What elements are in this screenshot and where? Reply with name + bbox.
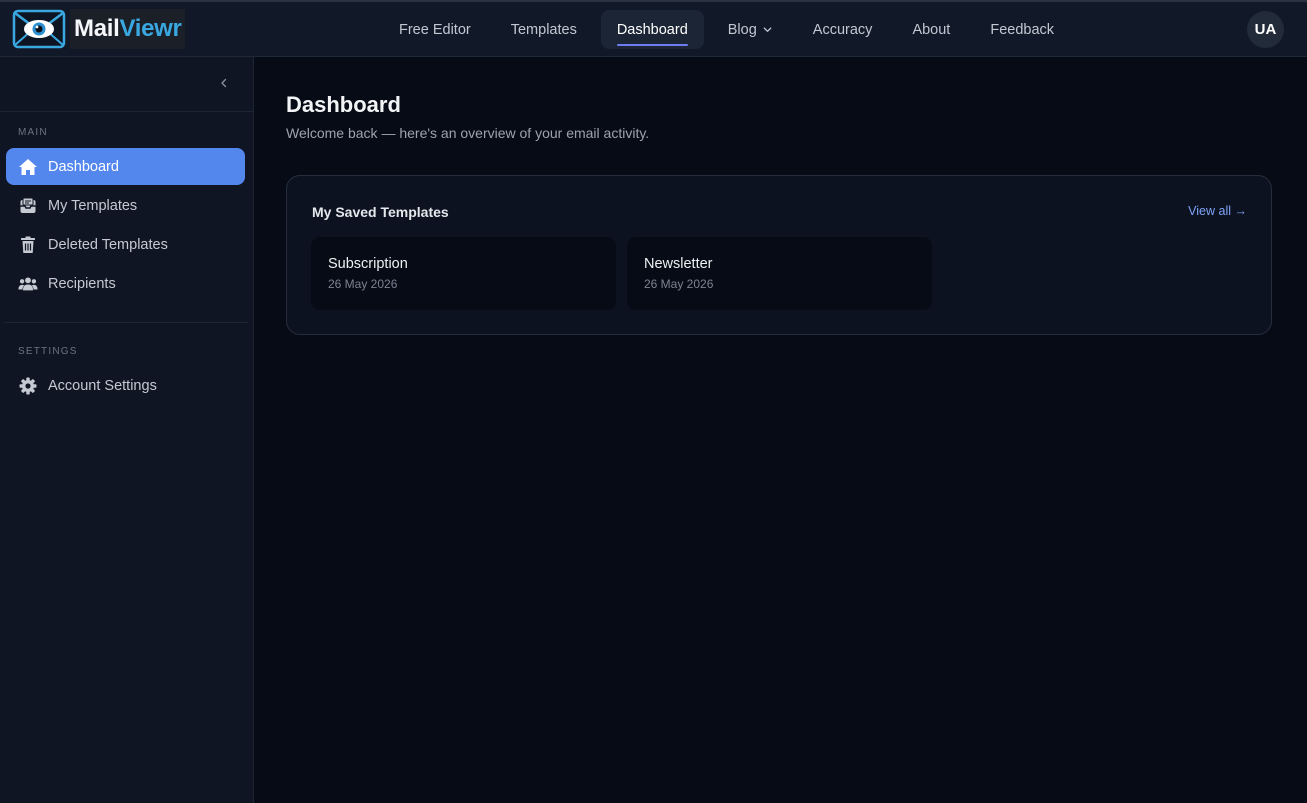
sidebar-item-label: Deleted Templates (48, 236, 168, 253)
brand-name: Mail Viewr (70, 9, 185, 49)
sidebar-item-label: My Templates (48, 197, 138, 214)
page-title: Dashboard (286, 92, 401, 117)
nav-blog-dropdown[interactable]: Blog (712, 10, 789, 49)
template-date: 26 May 2026 (644, 277, 714, 291)
app-root: Mail Viewr Free Editor Templates Dashboar… (0, 0, 1307, 803)
nav-accuracy-label: Accuracy (812, 21, 873, 38)
main-content: Dashboard Welcome back — here's an overv… (254, 57, 1307, 803)
user-avatar-button[interactable]: UA (1247, 11, 1284, 48)
sidebar-item-label: Dashboard (48, 158, 119, 175)
sidebar-item-my-templates[interactable]: My Templates (6, 187, 245, 224)
nav-dashboard[interactable]: Dashboard (600, 10, 704, 49)
nav-feedback[interactable]: Feedback (974, 10, 1070, 49)
nav-templates-label: Templates (510, 21, 577, 38)
nav-blog-label: Blog (727, 21, 757, 38)
home-icon (18, 157, 38, 177)
page-subtitle: Welcome back — here's an overview of you… (286, 125, 650, 141)
nav-templates[interactable]: Templates (495, 10, 593, 49)
sidebar-section-settings: SETTINGS (18, 346, 78, 357)
template-card-newsletter[interactable]: Newsletter 26 May 2026 (627, 237, 932, 310)
nav-free-editor[interactable]: Free Editor (383, 10, 487, 49)
trash-icon (18, 235, 38, 255)
gear-icon (18, 376, 38, 396)
view-all-link[interactable]: View all → (1188, 204, 1247, 218)
sidebar-item-dashboard[interactable]: Dashboard (6, 148, 245, 185)
nav-accuracy[interactable]: Accuracy (797, 10, 889, 49)
template-inbox-icon (18, 196, 38, 216)
template-name: Subscription (328, 256, 408, 272)
sidebar-item-label: Account Settings (48, 377, 157, 394)
saved-templates-card: My Saved Templates View all → Subscripti… (286, 175, 1272, 335)
nav-feedback-label: Feedback (990, 21, 1055, 38)
template-date: 26 May 2026 (328, 277, 398, 291)
top-navbar: Mail Viewr Free Editor Templates Dashboar… (0, 0, 1307, 57)
user-initials: UA (1254, 21, 1277, 38)
sidebar: MAIN Dashboard My Templates Deleted Temp… (0, 57, 254, 803)
eye-envelope-icon (12, 9, 66, 49)
sidebar-item-recipients[interactable]: Recipients (6, 265, 245, 302)
brand-name-viewr: Viewr (119, 15, 182, 42)
template-card-subscription[interactable]: Subscription 26 May 2026 (311, 237, 616, 310)
chevron-left-icon (219, 75, 229, 93)
nav-free-editor-label: Free Editor (399, 21, 471, 38)
sidebar-section-main: MAIN (18, 127, 48, 138)
nav-about-label: About (912, 21, 951, 38)
main-nav: Free Editor Templates Dashboard Blog Acc… (383, 10, 1078, 49)
template-name: Newsletter (644, 256, 713, 272)
sidebar-collapse-button[interactable] (214, 74, 234, 94)
sidebar-item-deleted-templates[interactable]: Deleted Templates (6, 226, 245, 263)
saved-templates-title: My Saved Templates (312, 204, 449, 220)
sidebar-item-account-settings[interactable]: Account Settings (6, 367, 245, 404)
sidebar-item-label: Recipients (48, 275, 116, 292)
sidebar-divider (4, 322, 248, 323)
brand-logo-link[interactable]: Mail Viewr (12, 9, 185, 49)
brand-name-mail: Mail (74, 15, 120, 42)
users-icon (18, 274, 38, 294)
nav-about[interactable]: About (896, 10, 966, 49)
nav-dashboard-label: Dashboard (616, 21, 688, 38)
saved-templates-list: Subscription 26 May 2026 Newsletter 26 M… (311, 237, 943, 310)
sidebar-divider (0, 111, 253, 112)
chevron-down-icon (762, 24, 773, 35)
